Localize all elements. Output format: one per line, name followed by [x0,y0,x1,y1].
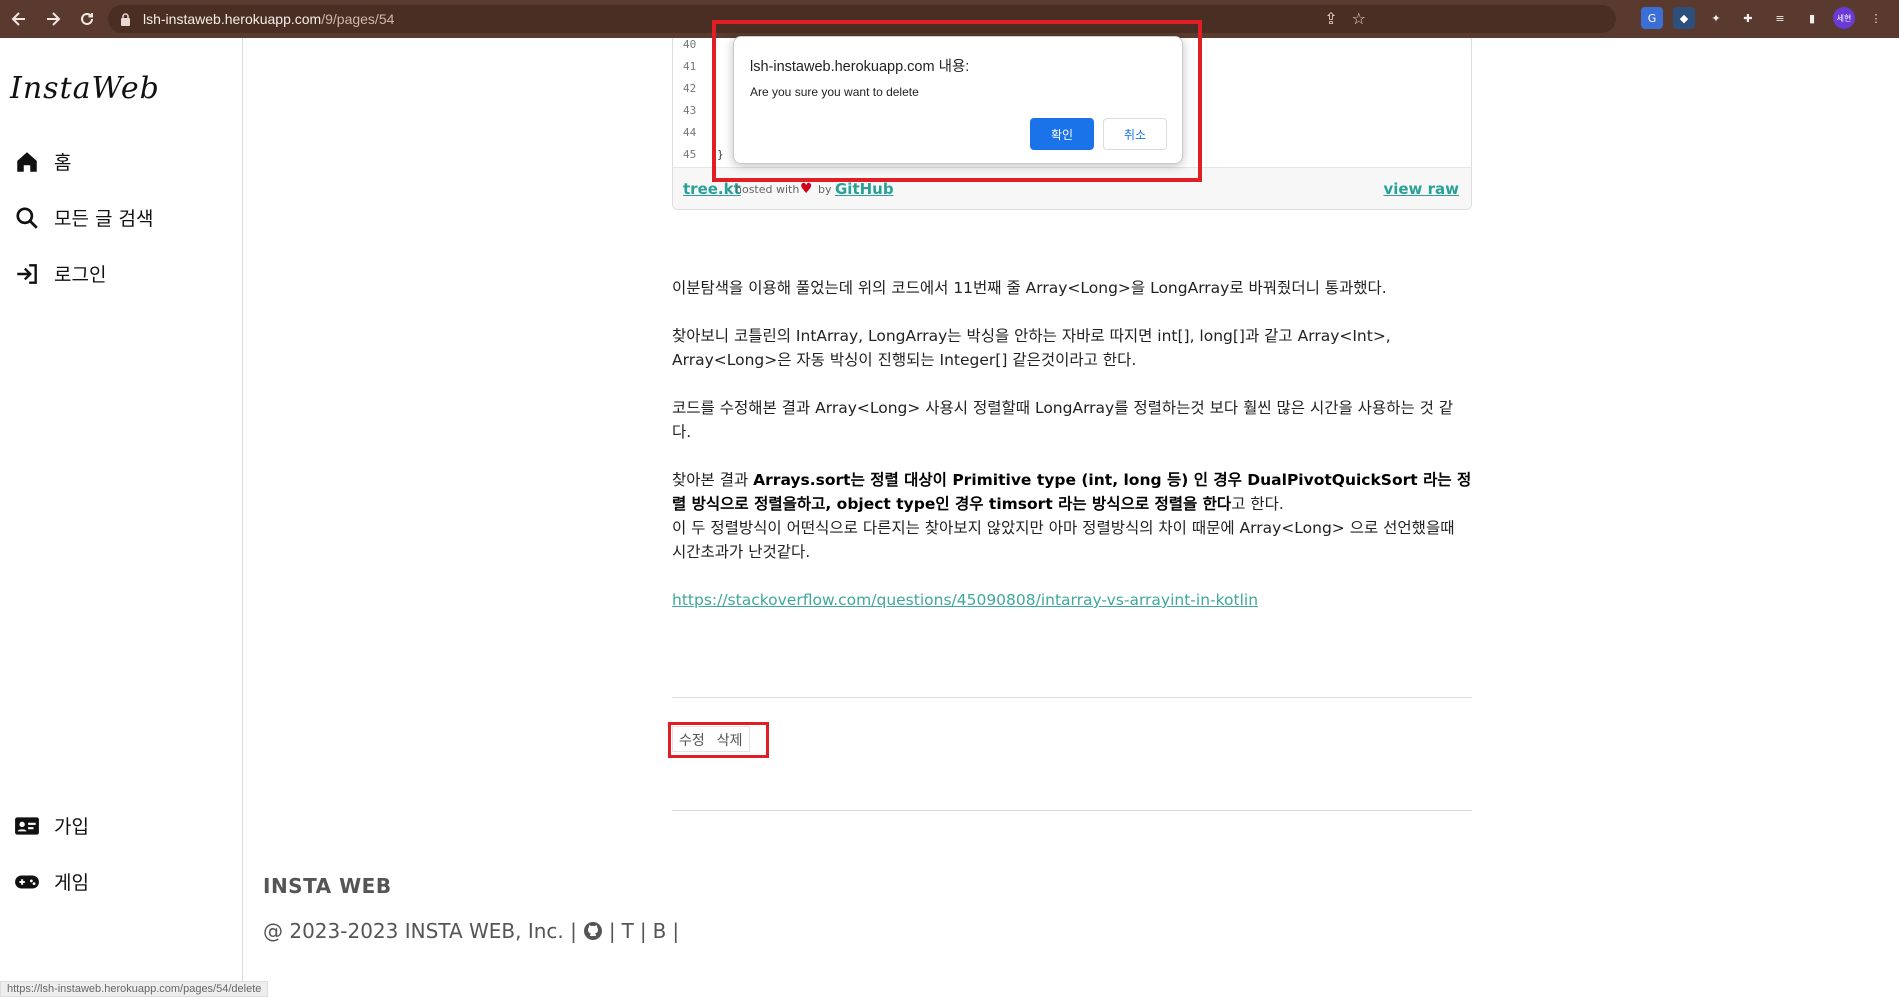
github-link[interactable]: GitHub [835,180,894,198]
sidebar-item-label: 로그인 [54,264,107,286]
t-link[interactable]: T [622,919,634,943]
url-host: lsh-instaweb.herokuapp.com [143,11,322,27]
paragraph: 이분탐색을 이용해 풀었는데 위의 코드에서 11번째 줄 Array<Long… [672,279,1387,297]
post-body: 이분탐색을 이용해 풀었는데 위의 코드에서 11번째 줄 Array<Long… [672,276,1472,636]
bird-extension-icon[interactable]: ✦ [1705,7,1727,29]
paragraph: 찾아보니 코틀린의 IntArray, LongArray는 박싱을 안하는 자… [672,327,1391,369]
sidebar-item-login[interactable]: 로그인 [14,260,106,287]
hosted-with-text: hosted with [735,183,800,196]
paragraph-suffix: 고 한다. [1231,495,1284,513]
paragraph: 코드를 수정해본 결과 Array<Long> 사용시 정렬할때 LongArr… [672,399,1454,441]
dialog-title: lsh-instaweb.herokuapp.com 내용: [750,59,970,75]
dialog-message: Are you sure you want to delete [750,85,919,99]
separator: | [639,919,647,943]
sidebar-item-home[interactable]: 홈 [14,148,71,175]
sidebar: InstaWeb 홈 모든 글 검색 로그인 가입 게임 [0,38,243,997]
status-bar-url: https://lsh-instaweb.herokuapp.com/pages… [0,981,269,997]
sidebar-item-game[interactable]: 게임 [14,868,89,895]
translate-extension-icon[interactable]: G [1641,7,1663,29]
divider [672,697,1472,698]
forward-icon[interactable] [38,4,68,34]
line-number: 41 [683,60,697,73]
url-actions: ⇪ ☆ [1324,9,1366,28]
reload-icon[interactable] [72,4,102,34]
more-menu-icon[interactable]: ⋮ [1865,7,1887,29]
login-icon [17,263,37,284]
confirm-cancel-button[interactable]: 취소 [1103,118,1167,150]
logo[interactable]: InstaWeb [10,71,160,106]
search-icon [16,206,38,229]
line-number: 43 [683,104,697,117]
separator: | [608,919,616,943]
lock-icon [121,12,130,26]
side-panel-icon[interactable]: ▮ [1801,7,1823,29]
sidebar-item-label: 홈 [54,152,72,174]
paragraph: 찾아본 결과 Arrays.sort는 정렬 대상이 Primitive typ… [672,468,1472,564]
footer-title: INSTA WEB [263,874,392,898]
b-link[interactable]: B [653,919,667,943]
sidebar-item-label: 게임 [54,872,89,894]
heart-icon: ♥ [800,181,813,197]
profile-avatar[interactable]: 세현 [1833,7,1855,29]
sidebar-item-signup[interactable]: 가입 [14,812,89,839]
back-icon[interactable] [4,4,34,34]
copyright-text: @ 2023-2023 INSTA WEB, Inc. | [263,919,577,943]
github-icon[interactable] [583,921,603,941]
confirm-ok-button[interactable]: 확인 [1030,118,1094,150]
share-icon[interactable]: ⇪ [1324,9,1337,28]
paragraph-line: 이 두 정렬방식이 어떤식으로 다른지는 찾아보지 않았지만 아마 정렬방식의 … [672,519,1455,561]
home-icon [17,151,37,172]
divider [672,810,1472,811]
line-number: 40 [683,38,697,51]
sidebar-item-search[interactable]: 모든 글 검색 [14,204,153,231]
paragraph-prefix: 찾아본 결과 [672,471,754,489]
url-path: /9/pages/54 [321,11,395,27]
reference-link[interactable]: https://stackoverflow.com/questions/4509… [672,591,1258,609]
separator: | [672,919,680,943]
id-card-icon [15,816,39,835]
line-number: 42 [683,82,697,95]
bookmark-star-icon[interactable]: ☆ [1352,9,1366,28]
reading-list-icon[interactable]: ≡ [1769,7,1791,29]
gist-file-link[interactable]: tree.kt [683,180,741,198]
annotation-highlight-box [668,722,769,758]
line-number: 45 [683,148,697,161]
shield-extension-icon[interactable]: ◆ [1673,7,1695,29]
line-number: 44 [683,126,697,139]
extensions-area: G ◆ ✦ ✚ ≡ ▮ 세현 ⋮ [1641,7,1887,29]
bold-statement: Arrays.sort는 정렬 대상이 Primitive type (int,… [672,471,1472,513]
sidebar-item-label: 모든 글 검색 [54,208,154,230]
confirm-dialog: lsh-instaweb.herokuapp.com 내용: Are you s… [733,36,1183,164]
gamepad-icon [15,875,39,888]
puzzle-icon[interactable]: ✚ [1737,7,1759,29]
sidebar-item-label: 가입 [54,816,89,838]
view-raw-link[interactable]: view raw [1383,180,1459,198]
by-text: by [818,183,832,196]
footer-copyright: @ 2023-2023 INSTA WEB, Inc. | | T | B | [263,919,679,943]
